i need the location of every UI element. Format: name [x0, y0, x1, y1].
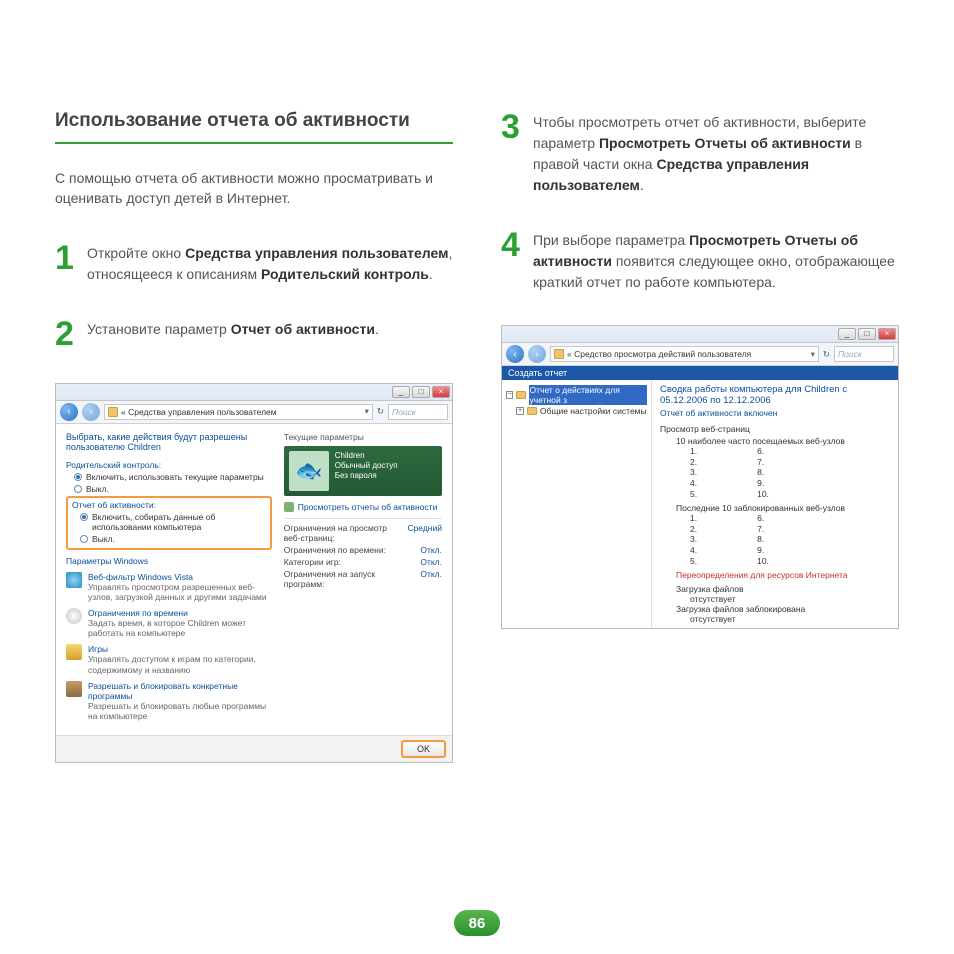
- dialog-heading: Выбрать, какие действия будут разрешены …: [66, 432, 272, 452]
- ok-button[interactable]: OK: [401, 740, 446, 758]
- avatar: 🐟: [289, 451, 329, 491]
- create-report-button[interactable]: Создать отчет: [502, 366, 898, 380]
- top10-label: 10 наиболее часто посещаемых веб-узлов: [676, 436, 890, 446]
- highlight-activity-report: Отчет об активности: Включить, собирать …: [66, 496, 272, 550]
- intro-text: С помощью отчета об активности можно про…: [55, 168, 453, 209]
- step-text: Чтобы просмотреть отчет об активности, в…: [533, 110, 899, 196]
- screenshot-parental-controls: _ □ × ‹ › « Средства управления пользова…: [55, 383, 453, 764]
- report-icon: [284, 502, 294, 512]
- folder-icon: [516, 391, 525, 399]
- step-text: Установите параметр Отчет об активности.: [87, 317, 379, 351]
- group-label: Параметры Windows: [66, 556, 272, 566]
- clock-icon: [66, 608, 82, 624]
- close-button[interactable]: ×: [432, 386, 450, 398]
- top10-list: 1.2.3.4.5. 6.7.8.9.10.: [690, 446, 890, 499]
- window-titlebar: _ □ ×: [56, 384, 452, 401]
- back-button[interactable]: ‹: [60, 403, 78, 421]
- apps-icon: [66, 681, 82, 697]
- forward-button[interactable]: ›: [528, 345, 546, 363]
- link-view-reports[interactable]: Просмотреть отчеты об активности: [284, 502, 442, 512]
- shield-icon: [554, 349, 564, 359]
- address-bar: ‹ › « Средство просмотра действий пользо…: [502, 343, 898, 366]
- gamepad-icon: [66, 644, 82, 660]
- page-number: 86: [454, 910, 500, 936]
- blocked10-label: Последние 10 заблокированных веб-узлов: [676, 503, 890, 513]
- radio-activity-on[interactable]: Включить, собирать данные об использован…: [80, 512, 266, 532]
- tree-item-account[interactable]: − Отчет о действиях для учетной з: [506, 385, 647, 405]
- screenshot-activity-report: _ □ × ‹ › « Средство просмотра действий …: [501, 325, 899, 629]
- step-number: 4: [501, 228, 525, 293]
- step-text: При выборе параметра Просмотреть Отчеты …: [533, 228, 899, 293]
- back-button[interactable]: ‹: [506, 345, 524, 363]
- step-2: 2 Установите параметр Отчет об активност…: [55, 317, 453, 351]
- maximize-button[interactable]: □: [412, 386, 430, 398]
- globe-icon: [66, 572, 82, 588]
- search-input[interactable]: Поиск: [834, 346, 894, 362]
- minimize-button[interactable]: _: [838, 328, 856, 340]
- search-input[interactable]: Поиск: [388, 404, 448, 420]
- section-title: Использование отчета об активности: [55, 110, 453, 144]
- radio-activity-off[interactable]: Выкл.: [80, 534, 266, 544]
- link-programs[interactable]: Разрешать и блокировать конкретные прогр…: [66, 681, 272, 721]
- breadcrumb[interactable]: « Средства управления пользователем ▾: [104, 404, 373, 420]
- link-games[interactable]: ИгрыУправлять доступом к играм по катего…: [66, 644, 272, 674]
- link-web-filter[interactable]: Веб-фильтр Windows VistaУправлять просмо…: [66, 572, 272, 602]
- group-label: Родительский контроль:: [66, 460, 272, 470]
- section-web: Просмотр веб-страниц: [660, 424, 890, 434]
- radio-parental-on[interactable]: Включить, использовать текущие параметры: [74, 472, 272, 482]
- report-status: Отчет об активности включен: [660, 408, 890, 418]
- redir-label: Переопределения для ресурсов Интернета: [676, 570, 890, 580]
- step-number: 1: [55, 241, 79, 285]
- none-value: отсутствует: [690, 594, 890, 604]
- current-params-label: Текущие параметры: [284, 432, 442, 442]
- shield-icon: [108, 407, 118, 417]
- none-value: отсутствует: [690, 614, 890, 624]
- close-button[interactable]: ×: [878, 328, 896, 340]
- maximize-button[interactable]: □: [858, 328, 876, 340]
- step-3: 3 Чтобы просмотреть отчет об активности,…: [501, 110, 899, 196]
- downloads-label: Загрузка файлов: [676, 584, 890, 594]
- step-4: 4 При выборе параметра Просмотреть Отчет…: [501, 228, 899, 293]
- report-title: Сводка работы компьютера для Children с …: [660, 384, 890, 406]
- tree-pane: − Отчет о действиях для учетной з + Общи…: [502, 380, 652, 628]
- tree-item-system[interactable]: + Общие настройки системы: [516, 406, 647, 416]
- radio-parental-off[interactable]: Выкл.: [74, 484, 272, 494]
- blocked10-list: 1.2.3.4.5. 6.7.8.9.10.: [690, 513, 890, 566]
- step-number: 3: [501, 110, 525, 196]
- folder-icon: [527, 407, 537, 415]
- address-bar: ‹ › « Средства управления пользователем …: [56, 401, 452, 424]
- user-tile: 🐟 Children Обычный доступ Без пароля: [284, 446, 442, 496]
- link-time-limits[interactable]: Ограничения по времениЗадать время, в ко…: [66, 608, 272, 638]
- window-titlebar: _ □ ×: [502, 326, 898, 343]
- forward-button[interactable]: ›: [82, 403, 100, 421]
- breadcrumb[interactable]: « Средство просмотра действий пользовате…: [550, 346, 819, 362]
- step-1: 1 Откройте окно Средства управления поль…: [55, 241, 453, 285]
- step-text: Откройте окно Средства управления пользо…: [87, 241, 453, 285]
- minimize-button[interactable]: _: [392, 386, 410, 398]
- report-pane: Сводка работы компьютера для Children с …: [652, 380, 898, 628]
- step-number: 2: [55, 317, 79, 351]
- downloads-blocked-label: Загрузка файлов заблокирована: [676, 604, 890, 614]
- group-label: Отчет об активности:: [72, 500, 266, 510]
